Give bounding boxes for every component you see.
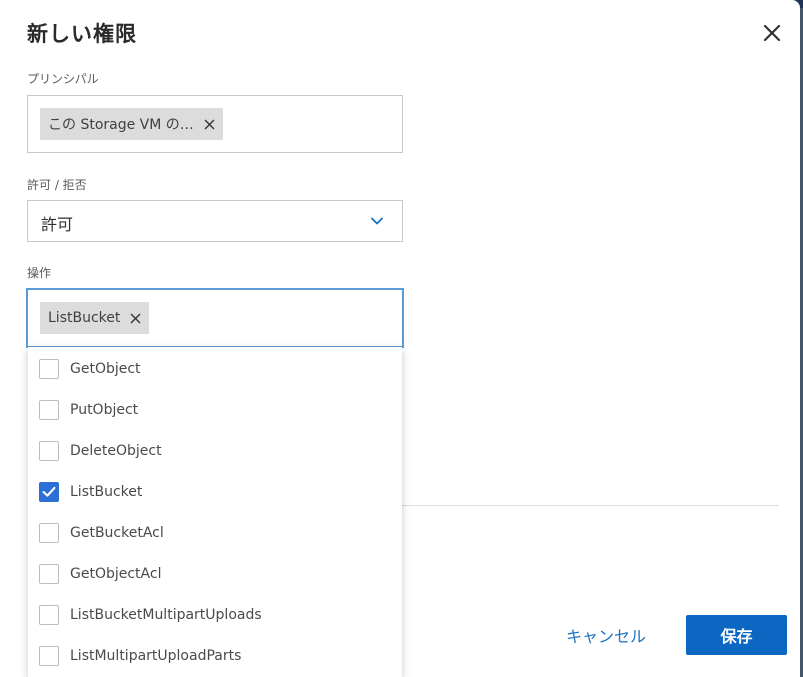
principal-chip: この Storage VM の… — [40, 108, 223, 140]
section-divider — [402, 505, 779, 506]
option-getbucketacl[interactable]: GetBucketAcl — [28, 512, 402, 553]
actions-chip: ListBucket — [40, 302, 150, 334]
permission-value: 許可 — [41, 215, 74, 234]
checkbox[interactable] — [39, 399, 59, 420]
option-getobjectacl[interactable]: GetObjectAcl — [28, 553, 402, 594]
checkbox[interactable] — [39, 563, 59, 584]
principal-chip-label: この Storage VM の… — [48, 117, 194, 133]
permission-select[interactable]: 許可 — [27, 200, 403, 242]
option-getobject[interactable]: GetObject — [28, 348, 402, 389]
option-label: PutObject — [70, 401, 139, 418]
option-label: GetBucketAcl — [70, 524, 164, 541]
checkbox[interactable] — [39, 358, 59, 379]
option-listbucket[interactable]: ListBucket — [28, 471, 402, 512]
close-icon[interactable] — [759, 20, 785, 46]
remove-principal-icon[interactable] — [204, 119, 215, 130]
actions-chip-label: ListBucket — [48, 310, 121, 326]
option-label: GetObject — [70, 360, 141, 377]
principal-field[interactable]: この Storage VM の… — [27, 95, 403, 153]
principal-label: プリンシパル — [27, 72, 99, 86]
option-putobject[interactable]: PutObject — [28, 389, 402, 430]
cancel-button[interactable]: キャンセル — [553, 615, 659, 655]
checkbox-checked[interactable] — [39, 481, 59, 502]
checkbox[interactable] — [39, 440, 59, 461]
chevron-down-icon — [371, 217, 383, 225]
actions-field[interactable]: ListBucket — [26, 288, 404, 348]
checkbox[interactable] — [39, 604, 59, 625]
option-listmultipartuploadparts[interactable]: ListMultipartUploadParts — [28, 635, 402, 676]
actions-label: 操作 — [27, 266, 52, 280]
save-button[interactable]: 保存 — [686, 615, 787, 655]
new-permission-dialog: 新しい権限 プリンシパル この Storage VM の… 許可 / 拒否 許可… — [0, 0, 800, 677]
option-listbucketmultipartuploads[interactable]: ListBucketMultipartUploads — [28, 594, 402, 635]
remove-action-icon[interactable] — [130, 313, 141, 324]
checkbox[interactable] — [39, 522, 59, 543]
option-label: GetObjectAcl — [70, 565, 162, 582]
option-label: ListBucket — [70, 483, 143, 500]
permission-label: 許可 / 拒否 — [27, 178, 87, 192]
checkmark-icon — [42, 486, 56, 497]
checkbox[interactable] — [39, 645, 59, 666]
option-label: ListMultipartUploadParts — [70, 647, 242, 664]
option-deleteobject[interactable]: DeleteObject — [28, 430, 402, 471]
option-label: ListBucketMultipartUploads — [70, 606, 262, 623]
option-label: DeleteObject — [70, 442, 162, 459]
actions-dropdown: GetObject PutObject DeleteObject ListBuc… — [28, 347, 402, 677]
dialog-title: 新しい権限 — [27, 22, 137, 46]
